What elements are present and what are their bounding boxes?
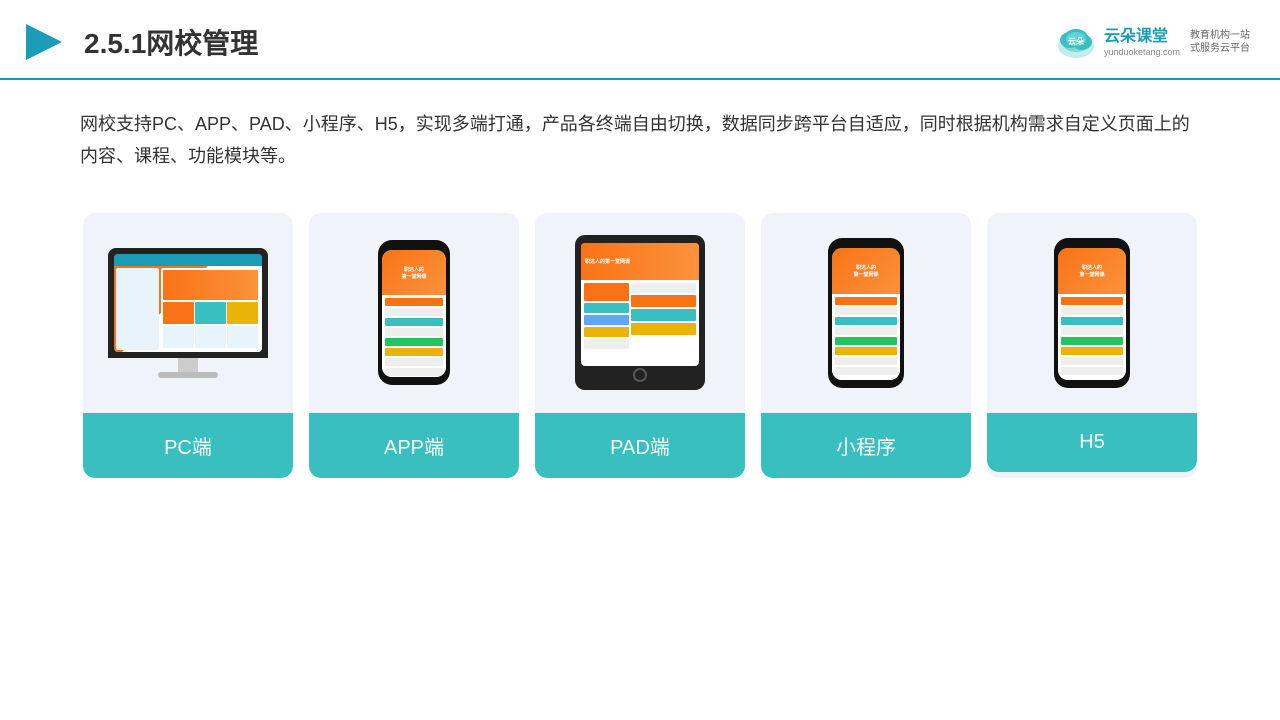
- pc-mockup: [108, 248, 268, 378]
- card-pad: 职达人的第一堂网课: [535, 213, 745, 478]
- card-pad-image: 职达人的第一堂网课: [535, 213, 745, 413]
- card-miniapp: 职达人的第一堂网课: [761, 213, 971, 478]
- logo-arrow-icon: [20, 18, 68, 66]
- svg-text:云朵: 云朵: [1068, 36, 1084, 46]
- page-title: 2.5.1网校管理: [84, 22, 258, 62]
- cloud-icon: 云朵: [1054, 24, 1098, 60]
- brand-text: 云朵课堂 yunduoketang.com: [1104, 27, 1180, 56]
- card-app: 职达人的第一堂网课: [309, 213, 519, 478]
- card-h5-label: H5: [987, 413, 1197, 472]
- card-app-image: 职达人的第一堂网课: [309, 213, 519, 413]
- description: 网校支持PC、APP、PAD、小程序、H5，实现多端打通，产品各终端自由切换，数…: [0, 80, 1280, 193]
- cards-section: PC端 职达人的第一堂网课: [0, 193, 1280, 508]
- card-miniapp-image: 职达人的第一堂网课: [761, 213, 971, 413]
- brand-logo: 云朵 云朵课堂 yunduoketang.com 教育机构一站 式服务云平台: [1054, 24, 1250, 60]
- card-h5: 职达人的第一堂网课: [987, 213, 1197, 478]
- card-app-label: APP端: [309, 413, 519, 478]
- card-pc-label: PC端: [83, 413, 293, 478]
- brand-name: 云朵课堂: [1104, 27, 1168, 46]
- app-phone-mockup: 职达人的第一堂网课: [378, 240, 450, 385]
- card-pad-label: PAD端: [535, 413, 745, 478]
- header: 2.5.1网校管理 云朵 云朵课堂 yunduoketang.com 教育机构一…: [0, 0, 1280, 80]
- header-left: 2.5.1网校管理: [20, 18, 258, 66]
- miniapp-phone-mockup: 职达人的第一堂网课: [828, 238, 904, 388]
- card-h5-image: 职达人的第一堂网课: [987, 213, 1197, 413]
- card-pc-image: [83, 213, 293, 413]
- brand-url: yunduoketang.com: [1104, 47, 1180, 57]
- brand-slogan: 教育机构一站 式服务云平台: [1190, 29, 1250, 55]
- pad-tablet-mockup: 职达人的第一堂网课: [575, 235, 705, 390]
- card-pc: PC端: [83, 213, 293, 478]
- h5-phone-mockup: 职达人的第一堂网课: [1054, 238, 1130, 388]
- header-right: 云朵 云朵课堂 yunduoketang.com 教育机构一站 式服务云平台: [1054, 24, 1250, 60]
- card-miniapp-label: 小程序: [761, 413, 971, 478]
